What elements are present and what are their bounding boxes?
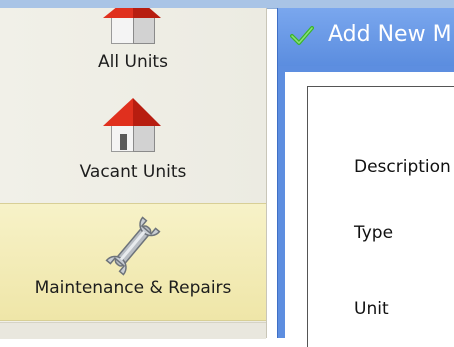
unit-label: Unit (354, 299, 389, 319)
checkmark-icon (290, 26, 314, 45)
form-panel: Description Type Unit (307, 86, 454, 347)
sidebar-item-all-units[interactable]: All Units (0, 8, 266, 80)
wrench-icon (98, 216, 168, 276)
house-icon (103, 98, 163, 154)
navigation-sidebar: All Units Vacant Units Maintenance & Rep… (0, 8, 267, 339)
dialog-body: Description Type Unit (285, 72, 454, 347)
sidebar-item-vacant-units[interactable]: Vacant Units (0, 92, 266, 202)
description-label: Description (354, 157, 451, 177)
sidebar-item-label: Vacant Units (79, 162, 187, 182)
house-icon (103, 8, 163, 48)
dialog-title-bar[interactable]: Add New M (278, 8, 454, 66)
type-label: Type (354, 223, 394, 243)
add-new-dialog: Add New M Description Type Unit (277, 8, 454, 347)
sidebar-item-label: Maintenance & Repairs (34, 278, 232, 298)
dialog-title: Add New M (328, 22, 452, 47)
sidebar-item-label: All Units (98, 52, 168, 72)
sidebar-item-maintenance-repairs[interactable]: Maintenance & Repairs (0, 203, 266, 321)
sidebar-footer (0, 322, 266, 339)
